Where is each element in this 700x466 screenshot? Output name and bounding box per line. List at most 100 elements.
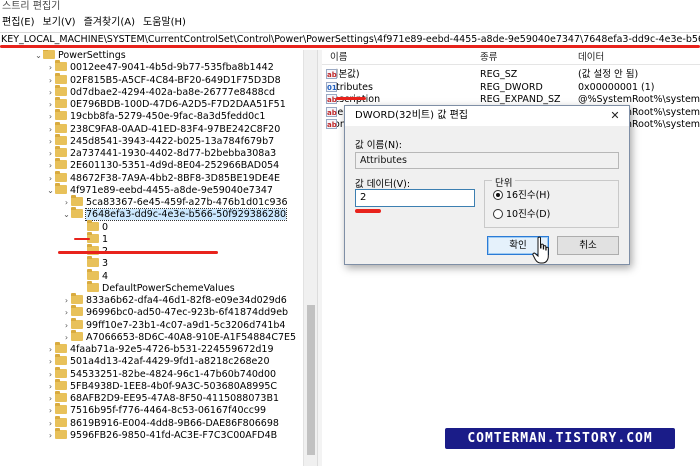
tree-item[interactable]: › 8619B916-E004-4dd8-9B66-DAE86F806698	[46, 415, 279, 430]
tree-item[interactable]: › 5ca83367-6e45-459f-a27b-476b1d01c936	[62, 195, 288, 209]
value-type: REG_DWORD	[480, 81, 543, 93]
folder-icon	[71, 305, 83, 317]
tree-item[interactable]: 0	[78, 219, 108, 234]
folder-icon	[43, 50, 55, 59]
tree-item[interactable]: › 54533251-82be-4824-96c1-47b60b740d00	[46, 366, 277, 381]
chevron-right-icon[interactable]: ›	[46, 369, 55, 381]
tree-item[interactable]: › 96996bc0-ad50-47ec-923b-6f41874dd9eb	[62, 305, 288, 319]
chevron-right-icon[interactable]: ›	[46, 75, 55, 87]
string-value-icon: ab	[326, 106, 337, 117]
chevron-right-icon[interactable]: ›	[46, 99, 55, 111]
chevron-right-icon[interactable]: ›	[46, 430, 55, 442]
chevron-right-icon[interactable]: ›	[62, 295, 71, 307]
value-data-label: 값 데이터(V):	[355, 179, 411, 190]
chevron-right-icon[interactable]: ›	[46, 344, 55, 356]
chevron-right-icon[interactable]: ›	[46, 136, 55, 148]
tree-item[interactable]: › 48672F38-7A9A-4bb2-8BF8-3D85BE19DE4E	[46, 170, 280, 185]
chevron-down-icon[interactable]: ⌄	[34, 50, 43, 62]
tree-item[interactable]: › 2E601130-5351-4d9d-8E04-252966BAD054	[46, 158, 279, 172]
tree-item[interactable]: ⌄ 7648efa3-dd9c-4e3e-b566-50f929386280	[62, 207, 288, 222]
chevron-right-icon[interactable]: ›	[46, 62, 55, 74]
chevron-right-icon[interactable]: ›	[46, 124, 55, 136]
chevron-right-icon[interactable]: ›	[46, 405, 55, 417]
tree-item[interactable]: › 245d8541-3943-4422-b025-13a784f679b7	[46, 133, 274, 148]
chevron-right-icon[interactable]: ›	[46, 148, 55, 160]
radio-hex-dot[interactable]	[493, 190, 503, 200]
radio-hex[interactable]: 16진수(H)	[493, 190, 550, 202]
chevron-right-icon[interactable]: ›	[46, 111, 55, 123]
tree-scrollbar-thumb[interactable]	[307, 305, 315, 455]
column-data[interactable]: 데이터	[578, 50, 604, 65]
tree-scrollbar[interactable]	[303, 50, 317, 466]
watermark-banner: COMTERMAN.TISTORY.COM	[445, 428, 675, 449]
chevron-right-icon[interactable]: ›	[46, 381, 55, 393]
chevron-down-icon[interactable]: ⌄	[62, 209, 71, 221]
tree-item[interactable]: › 238C9FA8-0AAD-41ED-83F4-97BE242C8F20	[46, 121, 280, 136]
folder-icon	[55, 342, 67, 353]
value-data-input[interactable]: 2	[355, 189, 475, 207]
menu-edit[interactable]: 편집(E)	[0, 14, 41, 31]
folder-icon	[71, 293, 83, 304]
chevron-down-icon[interactable]: ⌄	[46, 185, 55, 197]
tree-item[interactable]: › 9596FB26-9850-41fd-AC3E-F7C3C00AFD4B	[46, 427, 278, 442]
chevron-right-icon[interactable]: ›	[62, 320, 71, 332]
list-header: 이름 종류 데이터	[322, 50, 700, 65]
folder-icon	[55, 84, 67, 96]
tree-item[interactable]: › 0012ee47-9041-4b5d-9b77-535fba8b1442	[46, 60, 274, 74]
dword-value-icon: 01	[326, 81, 337, 92]
tree-item[interactable]: 3	[78, 256, 108, 270]
chevron-right-icon[interactable]: ›	[46, 160, 55, 172]
menu-help[interactable]: 도움말(H)	[141, 14, 192, 31]
tree-item[interactable]: › 501a4d13-42af-4429-9fd1-a8218c268e20	[46, 354, 270, 368]
folder-icon	[55, 97, 67, 108]
value-name-label: 값 이름(N):	[355, 140, 402, 151]
tree-item[interactable]: ⌄ PowerSettings	[34, 50, 126, 62]
column-name[interactable]: 이름	[330, 50, 347, 65]
chevron-right-icon[interactable]: ›	[46, 393, 55, 405]
tree-item-label: 9596FB26-9850-41fd-AC3E-F7C3C00AFD4B	[70, 429, 278, 441]
chevron-right-icon[interactable]: ›	[46, 173, 55, 185]
tree-item[interactable]: › 99ff10e7-23b1-4c07-a9d1-5c3206d741b4	[62, 317, 286, 332]
tree-item-label: A7066653-8D6C-40A8-910E-A1F54884C7E5	[86, 331, 297, 343]
registry-key-tree[interactable]: ⌄ PowerSettings › 0012ee47-9041-4b5d-9b77-5…	[0, 50, 303, 466]
tree-item-label: 99ff10e7-23b1-4c07-a9d1-5c3206d741b4	[86, 319, 286, 331]
chevron-right-icon[interactable]: ›	[46, 356, 55, 368]
radio-decimal[interactable]: 10진수(D)	[493, 209, 550, 221]
column-type[interactable]: 종류	[480, 50, 497, 65]
tree-item[interactable]: 4	[78, 268, 109, 283]
tree-item-label: 4	[102, 270, 109, 282]
radio-decimal-dot[interactable]	[493, 209, 503, 219]
tree-item[interactable]: › 4faab71a-92e5-4726-b531-224559672d19	[46, 342, 274, 356]
close-icon[interactable]: ✕	[607, 106, 623, 126]
chevron-right-icon[interactable]: ›	[62, 332, 71, 344]
list-item[interactable]: 01 Attributes REG_DWORD 0x00000001 (1)	[322, 81, 700, 94]
tree-item[interactable]: › 7516b95f-f776-4464-8c53-06167f40cc99	[46, 403, 266, 417]
tree-item[interactable]: › 833a6b62-dfa4-46d1-82f8-e09e34d029d6	[62, 293, 287, 307]
cancel-button[interactable]: 취소	[557, 236, 619, 255]
tree-item[interactable]: DefaultPowerSchemeValues	[78, 280, 235, 295]
list-item[interactable]: ab (기본값) REG_SZ (값 설정 안 됨)	[322, 69, 700, 81]
address-highlight-mark	[0, 45, 700, 48]
folder-icon	[55, 354, 67, 366]
tree-item-label: 02F815B5-A5CF-4C84-BF20-649D1F75D3D8	[70, 74, 281, 86]
tree-item[interactable]: › A7066653-8D6C-40A8-910E-A1F54884C7E5	[62, 329, 297, 344]
folder-icon	[71, 207, 83, 219]
tree-item[interactable]: › 5FB4938D-1EE8-4b0f-9A3C-503680A8995C	[46, 378, 277, 393]
tree-item[interactable]: › 02F815B5-A5CF-4C84-BF20-649D1F75D3D8	[46, 72, 281, 87]
tree-item-label: 54533251-82be-4824-96c1-47b60b740d00	[70, 368, 277, 380]
tree-item[interactable]: ⌄ 4f971e89-eebd-4455-a8de-9e59040e7347	[46, 182, 273, 197]
chevron-right-icon[interactable]: ›	[62, 197, 71, 209]
chevron-right-icon[interactable]: ›	[46, 418, 55, 430]
chevron-right-icon[interactable]: ›	[46, 87, 55, 99]
tree-item[interactable]: › 68AFB2D9-EE95-47A8-8F50-4115088073B1	[46, 391, 279, 405]
menu-view[interactable]: 보기(V)	[41, 14, 82, 31]
folder-icon	[55, 427, 67, 439]
chevron-right-icon[interactable]: ›	[62, 307, 71, 319]
tree-item[interactable]: › 0d7dbae2-4294-402a-ba8e-26777e8488cd	[46, 84, 275, 99]
tree-item[interactable]: › 19cbb8fa-5279-450e-9fac-8a3d5fedd0c1	[46, 109, 265, 123]
folder-icon	[55, 158, 67, 170]
tree-item[interactable]: › 0E796BDB-100D-47D6-A2D5-F7D2DAA51F51	[46, 97, 286, 111]
tree-item[interactable]: › 2a737441-1930-4402-8d77-b2bebba308a3	[46, 146, 276, 160]
menu-favorites[interactable]: 즐겨찾기(A)	[82, 14, 141, 31]
tree-item-label: DefaultPowerSchemeValues	[102, 282, 235, 294]
